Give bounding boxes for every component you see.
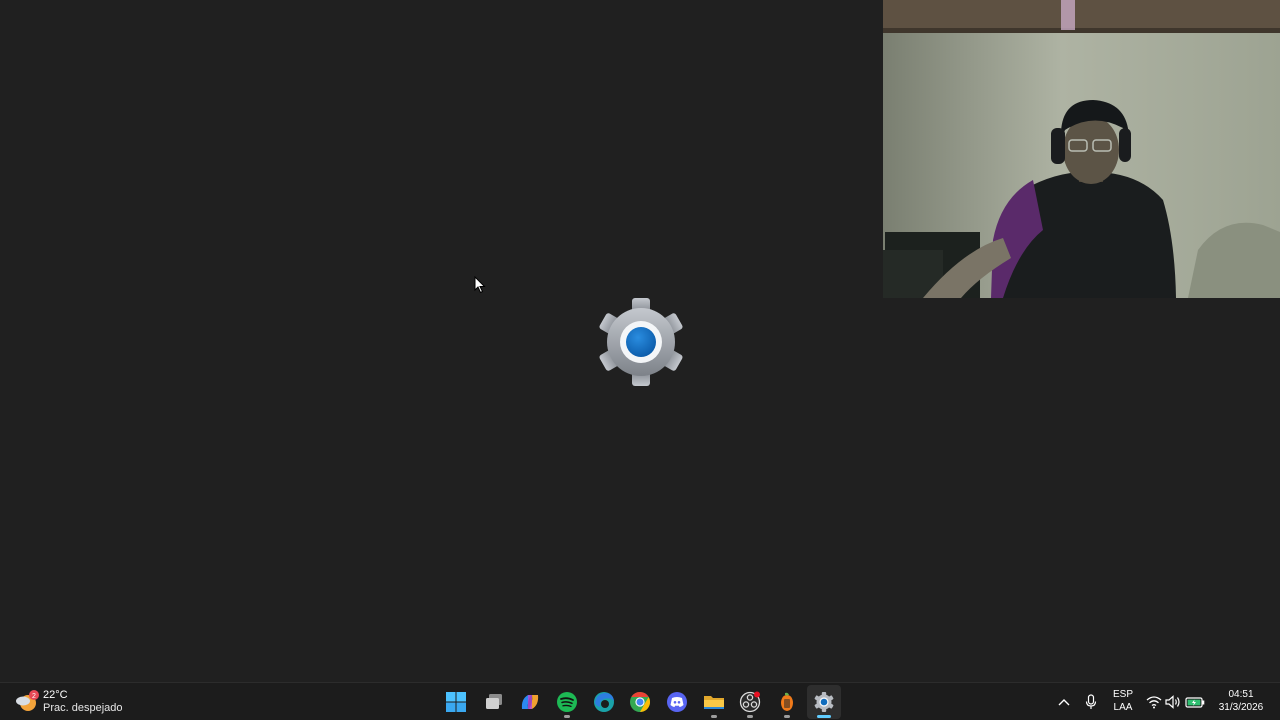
discord-icon bbox=[667, 692, 687, 712]
spotify-app[interactable] bbox=[550, 685, 584, 719]
weather-icon: 2 bbox=[14, 689, 40, 715]
mouse-cursor-icon bbox=[474, 276, 486, 294]
clock-time: 04:51 bbox=[1228, 689, 1254, 700]
obs-icon bbox=[739, 691, 761, 713]
copilot-app[interactable] bbox=[513, 685, 547, 719]
input-language-indicator[interactable]: ESP LAA bbox=[1108, 688, 1138, 714]
clock-date: 31/3/2026 bbox=[1218, 702, 1264, 713]
settings-app[interactable] bbox=[807, 685, 841, 719]
svg-text:2: 2 bbox=[32, 693, 36, 700]
show-hidden-icons-button[interactable] bbox=[1054, 689, 1074, 715]
language-code: ESP bbox=[1112, 689, 1133, 700]
taskbar: 2 22°C Prac. despejado ESP LAA 04:51 31/… bbox=[0, 682, 1280, 720]
clock[interactable]: 04:51 31/3/2026 bbox=[1206, 688, 1276, 714]
webcam-overlay bbox=[883, 0, 1280, 298]
edge-app[interactable] bbox=[587, 685, 621, 719]
battery-button[interactable] bbox=[1184, 689, 1206, 715]
settings-gear-icon bbox=[599, 298, 683, 386]
chevron-up-icon bbox=[1058, 699, 1070, 706]
folder-icon bbox=[704, 696, 724, 709]
settings-gear-icon bbox=[814, 692, 834, 712]
microphone-icon bbox=[1085, 694, 1097, 709]
fl-studio-icon bbox=[781, 692, 793, 711]
network-button[interactable] bbox=[1145, 689, 1163, 715]
file-explorer-app[interactable] bbox=[697, 685, 731, 719]
windows-logo-icon bbox=[446, 692, 466, 712]
task-view-button[interactable] bbox=[477, 685, 511, 719]
speaker-icon bbox=[1165, 695, 1180, 709]
weather-widget[interactable]: 2 22°C Prac. despejado bbox=[14, 687, 123, 717]
keyboard-layout: LAA bbox=[1113, 702, 1133, 713]
microphone-button[interactable] bbox=[1081, 689, 1101, 715]
discord-app[interactable] bbox=[660, 685, 694, 719]
weather-condition: Prac. despejado bbox=[43, 702, 123, 714]
spotify-icon bbox=[557, 692, 577, 712]
chrome-icon bbox=[630, 692, 650, 712]
start-button[interactable] bbox=[439, 685, 473, 719]
wifi-icon bbox=[1146, 696, 1162, 709]
weather-temperature: 22°C bbox=[43, 689, 68, 701]
webcam-feed-image bbox=[883, 0, 1280, 298]
volume-button[interactable] bbox=[1164, 689, 1182, 715]
edge-icon bbox=[594, 692, 614, 712]
task-view-icon bbox=[486, 694, 502, 709]
fl-studio-app[interactable] bbox=[770, 685, 804, 719]
battery-charging-icon bbox=[1185, 697, 1205, 708]
obs-app[interactable] bbox=[733, 685, 767, 719]
copilot-icon bbox=[521, 695, 539, 709]
chrome-app[interactable] bbox=[623, 685, 657, 719]
